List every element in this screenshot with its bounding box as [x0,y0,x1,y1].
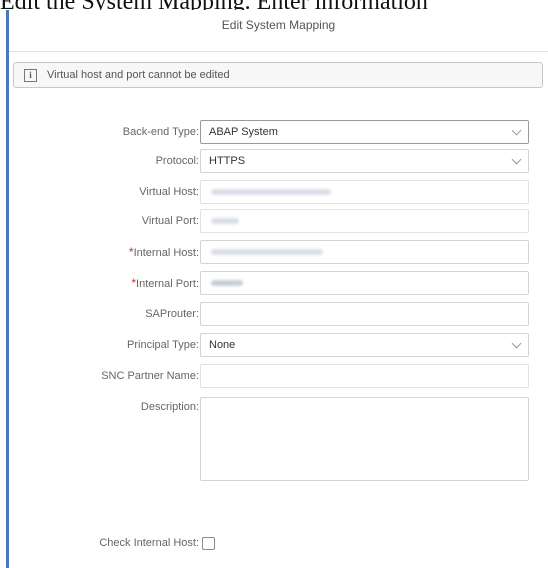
backend-type-row: Back-end Type: ABAP System [9,120,548,144]
redacted-value [211,218,239,224]
protocol-label: Protocol: [155,155,199,167]
snc-partner-name-input[interactable] [200,364,529,388]
chevron-down-icon[interactable] [511,125,522,136]
virtual-port-field [200,209,529,233]
backend-type-value: ABAP System [209,126,278,138]
saprouter-label: SAProuter: [145,308,199,320]
chevron-down-icon[interactable] [511,154,522,165]
protocol-select[interactable]: HTTPS [200,149,529,173]
snc-partner-name-row: SNC Partner Name: [9,364,548,388]
info-message-strip: i Virtual host and port cannot be edited [13,62,543,88]
description-label: Description: [140,401,199,413]
principal-type-label: Principal Type: [127,339,199,351]
dialog-title: Edit System Mapping [9,10,548,52]
edit-system-mapping-dialog: Edit System Mapping i Virtual host and p… [6,10,548,568]
protocol-row: Protocol: HTTPS [9,149,548,173]
virtual-port-label: Virtual Port: [141,215,199,227]
protocol-value: HTTPS [209,155,246,167]
internal-host-label-text: Internal Host: [133,247,199,259]
internal-host-label: *Internal Host: [129,240,199,264]
virtual-host-row: Virtual Host: [9,180,548,204]
principal-type-select[interactable]: None [200,333,529,357]
backend-type-select[interactable]: ABAP System [200,120,529,144]
virtual-host-field [200,180,529,204]
internal-host-input[interactable] [200,240,529,264]
snc-partner-name-label: SNC Partner Name: [101,370,199,382]
check-internal-host-checkbox[interactable] [202,537,215,550]
internal-port-label-text: Internal Port: [136,278,199,290]
principal-type-row: Principal Type: None [9,333,548,357]
backend-type-label: Back-end Type: [122,126,199,138]
virtual-host-label: Virtual Host: [139,186,199,198]
internal-port-label: *Internal Port: [131,271,199,295]
virtual-port-row: Virtual Port: [9,209,548,233]
saprouter-row: SAProuter: [9,302,548,326]
redacted-value [211,189,331,195]
description-textarea[interactable] [200,397,529,481]
chevron-down-icon[interactable] [511,338,522,349]
saprouter-input[interactable] [200,302,529,326]
internal-host-row: *Internal Host: [9,240,548,264]
internal-port-input[interactable] [200,271,529,295]
redacted-value [211,280,243,286]
check-internal-host-row: Check Internal Host: [9,531,548,555]
info-message-text: Virtual host and port cannot be edited [47,69,230,81]
principal-type-value: None [209,339,236,351]
check-internal-host-label: Check Internal Host: [99,537,199,549]
redacted-value [211,249,323,255]
info-icon: i [24,68,37,82]
internal-port-row: *Internal Port: [9,271,548,295]
